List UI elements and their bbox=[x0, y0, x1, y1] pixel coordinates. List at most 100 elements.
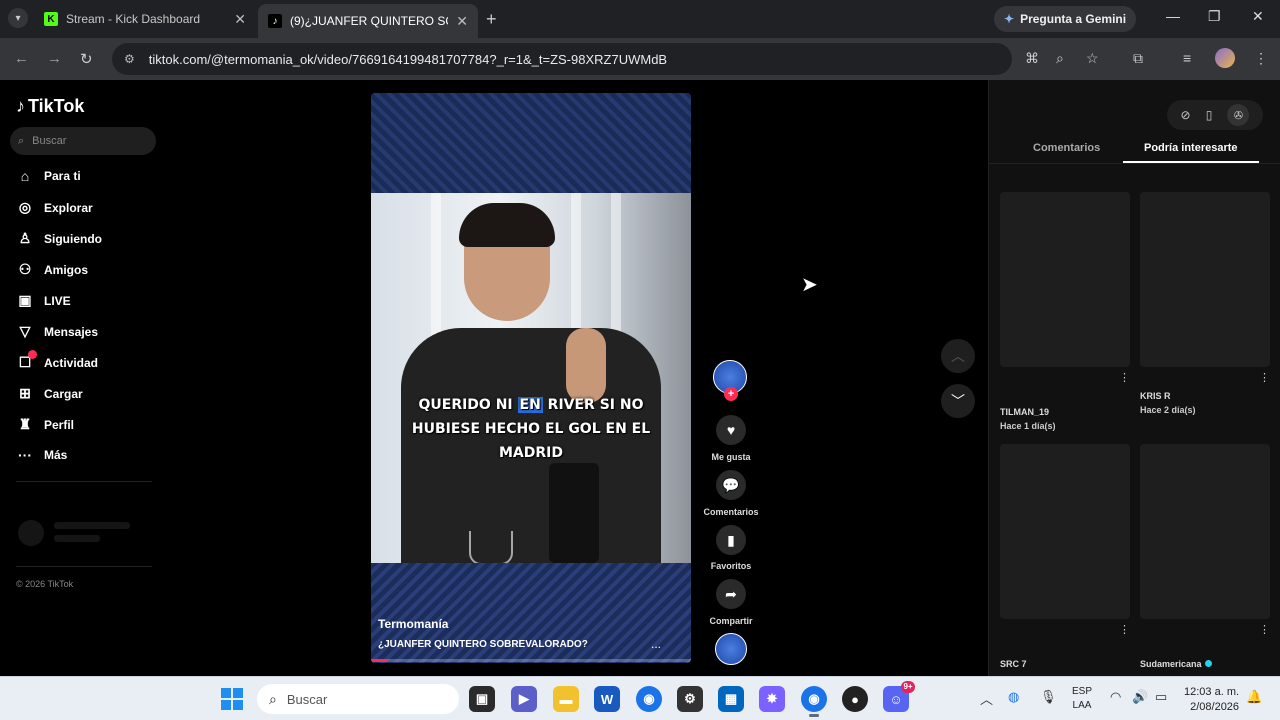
volume-icon[interactable]: 🔊 bbox=[1132, 689, 1148, 705]
friends-icon: ⚇ bbox=[18, 261, 32, 277]
progress-fill bbox=[371, 659, 387, 662]
suggested-video-card[interactable] bbox=[1140, 444, 1270, 619]
suggested-video-card[interactable] bbox=[1000, 444, 1130, 619]
windows-taskbar: ⌕ Buscar ▣ ▶ ▬ W ◉ ⚙ ▦ ✸ ◉ ● ☺ 9+ ︿ ◍ 🎙 E… bbox=[0, 676, 1280, 720]
follow-button[interactable]: + bbox=[724, 387, 738, 401]
reload-icon[interactable]: ↻ bbox=[80, 50, 93, 68]
bookmark-star-icon[interactable]: ☆ bbox=[1086, 50, 1099, 67]
close-tab-icon[interactable]: ✕ bbox=[234, 11, 246, 28]
card-user[interactable]: SRC 7 bbox=[1000, 659, 1027, 669]
compass-icon[interactable]: ⊘ bbox=[1181, 108, 1191, 122]
battery-icon[interactable]: ▭ bbox=[1155, 689, 1167, 705]
more-options-icon[interactable]: ⋮ bbox=[1119, 371, 1130, 384]
teams-icon[interactable]: ▶ bbox=[511, 686, 537, 712]
tiktok-logo[interactable]: ♪ TikTok bbox=[16, 96, 84, 117]
search-input[interactable]: ⌕ Buscar bbox=[10, 127, 156, 155]
task-view-icon[interactable]: ▣ bbox=[469, 686, 495, 712]
sound-avatar[interactable] bbox=[715, 633, 747, 665]
verified-icon bbox=[1204, 660, 1212, 667]
more-options-icon[interactable]: ⋮ bbox=[1119, 623, 1130, 636]
favorites-button[interactable]: ▮ bbox=[716, 525, 746, 555]
more-description-button[interactable]: ... bbox=[651, 637, 661, 651]
nav-siguiendo[interactable]: ♙ Siguiendo bbox=[16, 230, 102, 247]
discord-icon[interactable]: ☺ 9+ bbox=[883, 681, 915, 712]
address-bar[interactable]: ⚙ tiktok.com/@termomania_ok/video/766916… bbox=[112, 43, 1012, 75]
search-placeholder: Buscar bbox=[32, 135, 67, 147]
tray-chevron-icon[interactable]: ︿ bbox=[980, 689, 993, 708]
bookmark-icon: ▮ bbox=[727, 531, 735, 548]
forward-icon[interactable]: → bbox=[47, 50, 62, 67]
menu-icon[interactable]: ⋮ bbox=[1254, 50, 1268, 67]
new-tab-button[interactable]: + bbox=[486, 9, 497, 30]
glass bbox=[469, 531, 513, 565]
nav-para-ti[interactable]: ⌂ Para ti bbox=[16, 168, 81, 184]
translate-icon[interactable]: ⌘ bbox=[1025, 50, 1039, 67]
card-user[interactable]: KRIS R bbox=[1140, 391, 1171, 401]
caption-highlight: EN bbox=[517, 397, 543, 413]
nav-explorar[interactable]: ◎ Explorar bbox=[16, 199, 93, 216]
next-video-button[interactable]: ﹀ bbox=[941, 384, 975, 418]
card-user-row[interactable]: Sudamericana bbox=[1140, 659, 1212, 669]
nav-perfil[interactable]: ♜ Perfil bbox=[16, 416, 74, 433]
wifi-icon[interactable]: ◠ bbox=[1110, 689, 1121, 705]
more-options-icon[interactable]: ⋮ bbox=[1259, 371, 1270, 384]
home-icon: ⌂ bbox=[20, 168, 30, 184]
system-clock[interactable]: 12:03 a. m. 2/08/2026 bbox=[1184, 685, 1239, 715]
nav-mas[interactable]: ··· Más bbox=[16, 447, 67, 463]
chrome-profile-icon[interactable]: ◉ bbox=[801, 686, 827, 717]
share-icon: ➦ bbox=[725, 585, 737, 602]
back-icon[interactable]: ← bbox=[14, 50, 29, 67]
obs-icon[interactable]: ● bbox=[842, 686, 868, 712]
word-icon[interactable]: W bbox=[594, 686, 620, 712]
search-icon: ⌕ bbox=[18, 134, 25, 147]
copilot-icon[interactable]: ✸ bbox=[759, 686, 785, 712]
close-tab-icon[interactable]: ✕ bbox=[456, 13, 468, 30]
steam-icon[interactable]: ⚙ bbox=[677, 686, 703, 712]
nav-amigos[interactable]: ⚇ Amigos bbox=[16, 261, 88, 278]
zoom-icon[interactable]: ⌕ bbox=[1056, 50, 1064, 67]
tab-kick[interactable]: K Stream - Kick Dashboard ✕ bbox=[34, 4, 256, 34]
taskbar-search[interactable]: ⌕ Buscar bbox=[257, 684, 459, 714]
suggested-video-card[interactable] bbox=[1140, 192, 1270, 367]
gemini-button[interactable]: ✦ Pregunta a Gemini bbox=[994, 6, 1137, 32]
restore-button[interactable]: ❐ bbox=[1208, 8, 1221, 25]
media-icon[interactable]: ≡ bbox=[1183, 50, 1191, 66]
suggested-video-card[interactable] bbox=[1000, 192, 1130, 367]
video-progress-bar[interactable] bbox=[371, 659, 691, 662]
video-author[interactable]: Termomanía bbox=[378, 617, 448, 631]
like-button[interactable]: ♥ bbox=[716, 415, 746, 445]
microphone-icon[interactable]: 🎙 bbox=[1040, 689, 1057, 705]
share-button[interactable]: ➦ bbox=[716, 579, 746, 609]
nav-mensajes[interactable]: ▽ Mensajes bbox=[16, 323, 98, 340]
minimize-button[interactable]: — bbox=[1166, 8, 1180, 24]
nav-live[interactable]: ▣ LIVE bbox=[16, 292, 70, 309]
device-icon[interactable]: ▯ bbox=[1206, 108, 1213, 122]
comments-button[interactable]: 💬 bbox=[716, 470, 746, 500]
video-frame bbox=[371, 193, 691, 568]
previous-video-button[interactable]: ︿ bbox=[941, 339, 975, 373]
tab-search-icon[interactable]: ▾ bbox=[8, 8, 28, 28]
nav-cargar[interactable]: ⊞ Cargar bbox=[16, 385, 83, 402]
notifications-bell-icon[interactable]: 🔔 bbox=[1246, 689, 1262, 705]
extensions-icon[interactable]: ⧉ bbox=[1133, 50, 1143, 67]
profile-avatar[interactable] bbox=[1215, 48, 1235, 68]
video-player[interactable]: QUERIDO NI EN RIVER SI NO HUBIESE HECHO … bbox=[371, 93, 691, 663]
more-options-icon[interactable]: ⋮ bbox=[1259, 623, 1270, 636]
taskbar-search-placeholder: Buscar bbox=[286, 691, 328, 707]
tab-tiktok[interactable]: ♪ (9)¿JUANFER QUINTERO SOBRE ✕ bbox=[258, 4, 478, 38]
close-window-button[interactable]: ✕ bbox=[1252, 8, 1264, 25]
store-icon[interactable]: ▦ bbox=[718, 686, 744, 712]
nav-actividad[interactable]: ☐ Actividad bbox=[16, 350, 98, 371]
tab-comentarios[interactable]: Comentarios bbox=[1033, 142, 1100, 154]
site-info-icon[interactable]: ⚙ bbox=[124, 52, 135, 66]
file-explorer-icon[interactable]: ▬ bbox=[553, 686, 579, 712]
tab-title: Stream - Kick Dashboard bbox=[66, 12, 201, 26]
tab-podria-interesarte[interactable]: Podría interesarte bbox=[1144, 142, 1238, 154]
language-indicator[interactable]: ESP LAA bbox=[1072, 685, 1092, 713]
tab-title: (9)¿JUANFER QUINTERO SOBRE bbox=[290, 14, 448, 28]
windows-start-icon[interactable] bbox=[221, 688, 243, 710]
card-user[interactable]: TILMAN_19 bbox=[1000, 407, 1049, 417]
chrome-icon[interactable]: ◉ bbox=[636, 686, 662, 712]
vpn-icon[interactable]: ◍ bbox=[1008, 689, 1019, 705]
assistant-icon[interactable]: ✇ bbox=[1227, 104, 1250, 126]
